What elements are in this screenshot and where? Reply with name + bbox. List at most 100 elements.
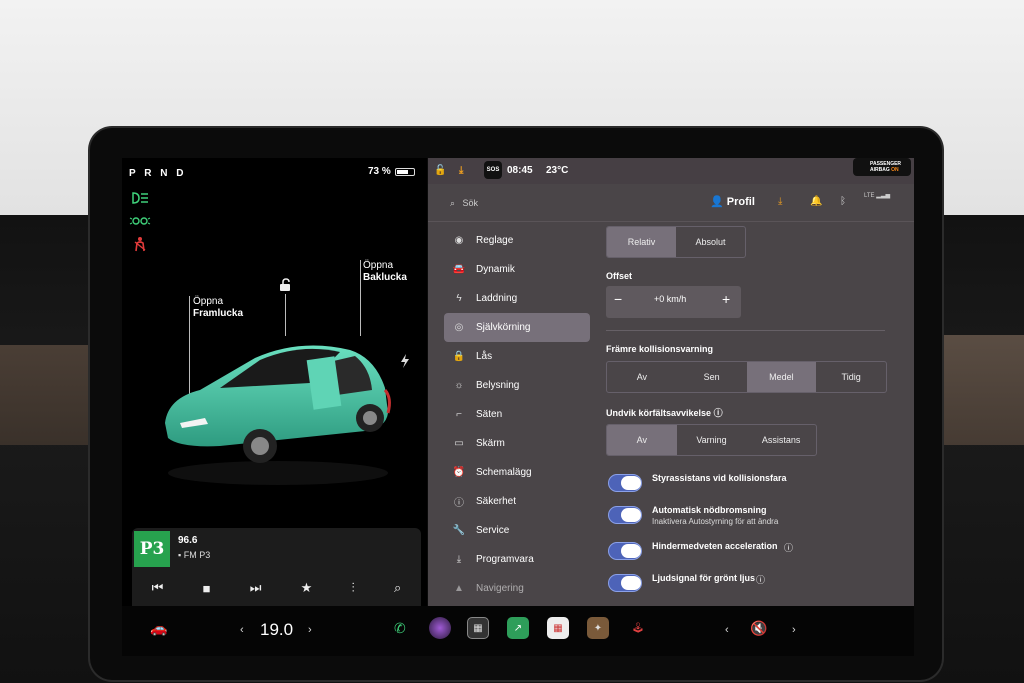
- nav-item-självkörning[interactable]: ◎ Självkörning: [444, 313, 590, 342]
- profile-button[interactable]: 👤 Profil: [710, 195, 755, 208]
- toggle-switch[interactable]: [608, 574, 642, 592]
- speed_mode-option[interactable]: Absolut: [676, 227, 745, 257]
- screen-icon: ▭: [454, 438, 464, 449]
- clock: 08:45: [507, 165, 533, 176]
- station-logo: P3: [134, 531, 170, 567]
- nav-item-laddning[interactable]: ϟ Laddning: [428, 284, 598, 313]
- sun-icon: ☼: [454, 380, 464, 391]
- nav-item-label: Reglage: [476, 235, 514, 246]
- lock-status-icon[interactable]: 🔓: [434, 165, 446, 176]
- nav-item-säkerhet[interactable]: ⓘ Säkerhet: [428, 487, 598, 516]
- toggle-sublabel: Inaktivera Autostyrning för att ändra: [652, 517, 779, 526]
- parking-light-icon[interactable]: [129, 213, 151, 229]
- bolt-icon: ϟ: [456, 293, 462, 304]
- cabin-temperature[interactable]: 19.0: [260, 620, 293, 640]
- info-icon[interactable]: ⓘ: [784, 541, 793, 554]
- lane-departure-selector: Av Varning Assistans: [606, 424, 817, 456]
- nav-item-navigering[interactable]: ▲ Navigering: [428, 574, 598, 603]
- nav-item-belysning[interactable]: ☼ Belysning: [428, 371, 598, 400]
- nav-item-label: Service: [476, 525, 510, 536]
- temp-up-icon[interactable]: ›: [308, 624, 312, 636]
- navigation-icon: ▲: [454, 583, 464, 594]
- info-icon[interactable]: ⓘ: [714, 408, 723, 418]
- nav-item-label: Säkerhet: [476, 496, 517, 507]
- volume-up-icon[interactable]: ›: [792, 624, 796, 636]
- volume-down-icon[interactable]: ‹: [725, 624, 729, 636]
- increase-offset-button[interactable]: +: [722, 291, 730, 307]
- nav-item-säten[interactable]: ⌐ Säten: [428, 400, 598, 429]
- rear-trunk-callout[interactable]: Öppna Baklucka: [363, 260, 407, 284]
- equalizer-icon[interactable]: ⫶: [352, 580, 355, 596]
- media-player[interactable]: P3 96.6 ▪ FM P3 ⏮ ■ ⏭ ★ ⫶ ⌕: [132, 528, 421, 606]
- search-field[interactable]: ⌕ Sök: [450, 198, 478, 209]
- outside-temperature: 23°C: [546, 165, 569, 176]
- wrench-icon: 🔧: [452, 525, 466, 536]
- front-trunk-callout[interactable]: Öppna Framlucka: [193, 296, 243, 320]
- speed-limit-mode-selector: Relativ Absolut: [606, 226, 746, 258]
- charging-bolt-icon[interactable]: [400, 354, 410, 368]
- car-icon[interactable]: 🚗: [150, 620, 167, 637]
- temp-down-icon[interactable]: ‹: [240, 624, 244, 636]
- sos-icon[interactable]: SOS: [484, 161, 502, 179]
- search-icon[interactable]: ⌕: [394, 580, 401, 596]
- toggle-knob: [621, 576, 641, 590]
- nav-item-lås[interactable]: 🔒 Lås: [428, 342, 598, 371]
- headlight-icon[interactable]: [129, 190, 151, 206]
- setting-toggle-row: Ljudsignal för grönt ljus ⓘ: [606, 570, 891, 598]
- nav-item-label: Belysning: [476, 380, 520, 391]
- settings-nav: ◉ Reglage 🚘 Dynamik ϟ Laddning ◎ Självkörning 🔒 L…: [428, 226, 598, 603]
- nav-item-label: Skärm: [476, 438, 505, 449]
- collision-option[interactable]: Medel: [746, 362, 817, 392]
- nav-item-label: Programvara: [476, 554, 534, 565]
- nav-item-service[interactable]: 🔧 Service: [428, 516, 598, 545]
- bell-icon[interactable]: 🔔: [810, 196, 822, 207]
- nav-item-reglage[interactable]: ◉ Reglage: [428, 226, 598, 255]
- seatbelt-warning-icon: [134, 237, 146, 252]
- nav-item-label: Dynamik: [476, 264, 515, 275]
- wood-trim-right: [940, 335, 1024, 445]
- collision-option[interactable]: Tidig: [816, 362, 886, 392]
- energy-app-icon[interactable]: ↗: [507, 617, 529, 639]
- calendar-icon[interactable]: ▦: [547, 617, 569, 639]
- toggle-icon: ◉: [454, 235, 464, 246]
- phone-icon[interactable]: ✆: [394, 620, 406, 637]
- battery-fill: [396, 169, 409, 174]
- nav-item-dynamik[interactable]: 🚘 Dynamik: [428, 255, 598, 284]
- next-icon[interactable]: ⏭: [250, 580, 262, 596]
- favorite-star-icon[interactable]: ★: [301, 580, 313, 596]
- app-launcher-icon[interactable]: ▦: [467, 617, 489, 639]
- toggle-label: Hindermedveten acceleration: [652, 541, 778, 551]
- nav-item-skärm[interactable]: ▭ Skärm: [428, 429, 598, 458]
- camera-icon[interactable]: [429, 617, 451, 639]
- lane-option[interactable]: Varning: [677, 425, 747, 455]
- nav-item-programvara[interactable]: ⤓ Programvara: [428, 545, 598, 574]
- station-label: FM P3: [183, 550, 211, 560]
- bluetooth-icon[interactable]: ᛒ: [840, 196, 846, 207]
- nav-item-label: Laddning: [476, 293, 518, 304]
- toggle-switch[interactable]: [608, 474, 642, 492]
- settings-header: ⌕ Sök 👤 Profil ⤓ 🔔 ᛒ LTE ▂▃▅: [428, 186, 914, 222]
- toggle-switch[interactable]: [608, 506, 642, 524]
- toggle-switch[interactable]: [608, 542, 642, 560]
- lane-option[interactable]: Av: [607, 425, 677, 455]
- toybox-icon[interactable]: ✦: [587, 617, 609, 639]
- nav-item-label: Schemalägg: [476, 467, 532, 478]
- rear-trunk-callout-line1: Öppna: [363, 260, 394, 271]
- lock-icon: 🔒: [452, 351, 466, 362]
- download-icon[interactable]: ⤓: [459, 165, 463, 176]
- software-update-icon[interactable]: ⤓: [778, 196, 782, 207]
- decrease-offset-button[interactable]: −: [614, 291, 622, 307]
- previous-icon[interactable]: ⏮: [152, 580, 164, 596]
- lane-option[interactable]: Assistans: [746, 425, 816, 455]
- unlock-icon[interactable]: [278, 278, 292, 292]
- info-icon[interactable]: ⓘ: [756, 573, 765, 586]
- info-icon: ⓘ: [454, 498, 464, 509]
- speed_mode-option[interactable]: Relativ: [607, 227, 676, 257]
- car-panel: P R N D 73 % Öppna Framlucka Öppna Baklu…: [122, 158, 427, 606]
- arcade-joystick-icon[interactable]: 🕹: [627, 617, 649, 639]
- collision-option[interactable]: Av: [607, 362, 677, 392]
- stop-icon[interactable]: ■: [203, 581, 211, 596]
- nav-item-schemalägg[interactable]: ⏰ Schemalägg: [428, 458, 598, 487]
- collision-option[interactable]: Sen: [677, 362, 747, 392]
- mute-icon[interactable]: 🔇: [750, 620, 767, 637]
